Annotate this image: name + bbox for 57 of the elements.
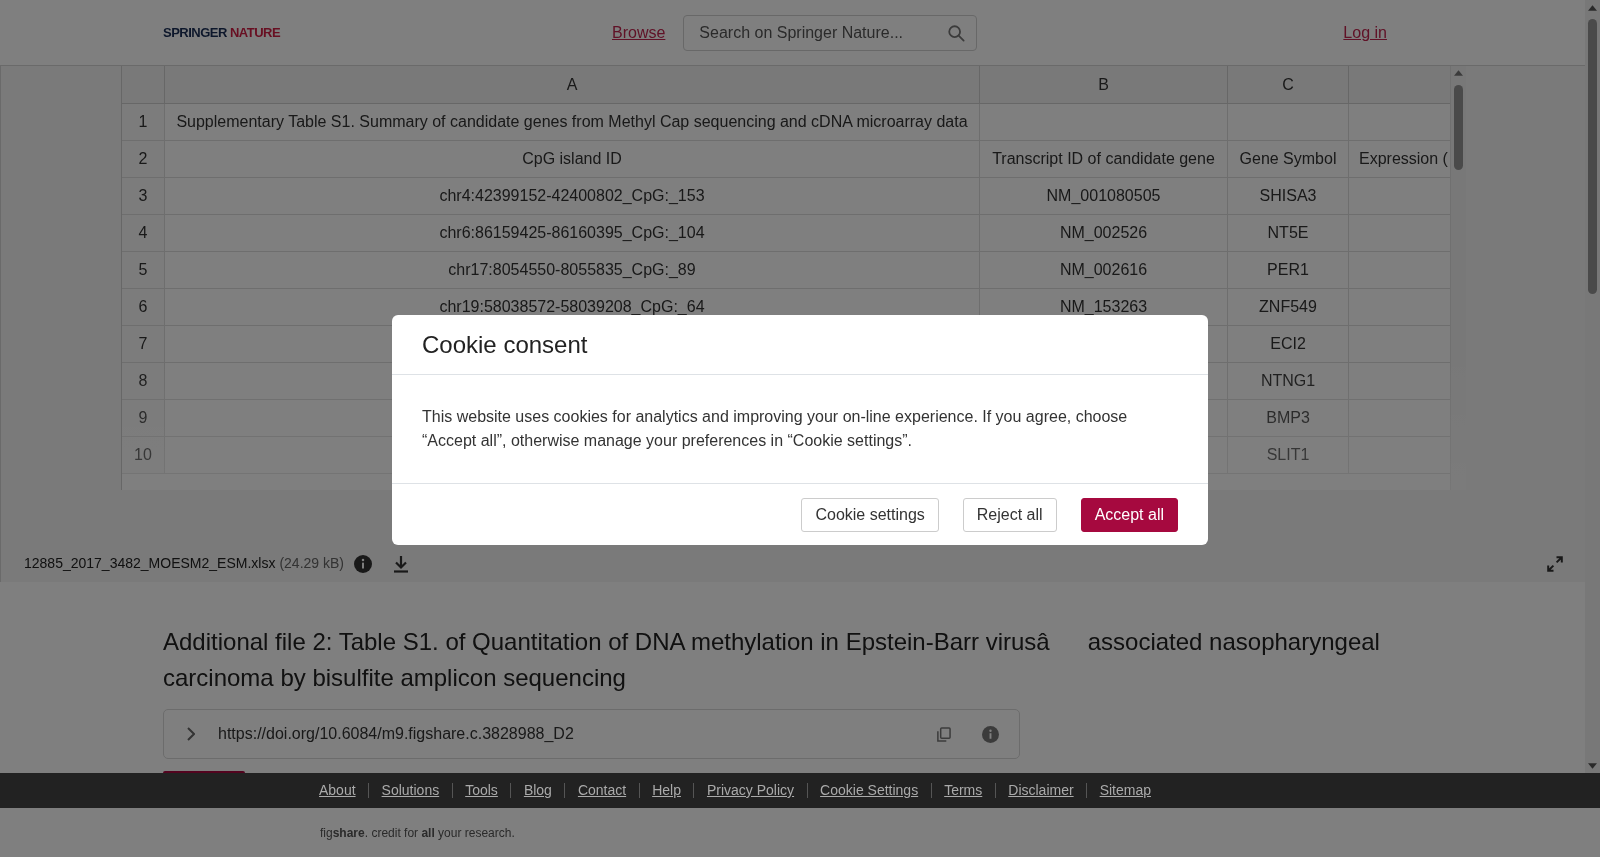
table-cell: chr4:42399152-42400802_CpG:_153 bbox=[165, 178, 980, 214]
expand-icon[interactable] bbox=[1547, 555, 1563, 572]
table-cell: NT5E bbox=[1228, 215, 1349, 251]
dialog-title: Cookie consent bbox=[422, 329, 588, 360]
doi-text: https://doi.org/10.6084/m9.figshare.c.3828988_D2 bbox=[218, 724, 574, 744]
footer-link[interactable]: About bbox=[319, 780, 356, 801]
table-cell: Transcript ID of candidate gene bbox=[980, 141, 1228, 177]
table-cell: Gene Symbol bbox=[1228, 141, 1349, 177]
table-cell: SHISA3 bbox=[1228, 178, 1349, 214]
column-header: B bbox=[980, 66, 1228, 103]
table-cell: Supplementary Table S1. Summary of candidate genes from Methyl Cap sequencing and cDNA microarray data bbox=[165, 104, 980, 140]
footer-link[interactable]: Disclaimer bbox=[1008, 780, 1074, 801]
credit-text: figshare. credit for all your research. bbox=[320, 824, 515, 842]
footer-link[interactable]: Cookie Settings bbox=[820, 780, 919, 801]
copy-icon[interactable] bbox=[936, 726, 951, 742]
table-cell: ZNF549 bbox=[1228, 289, 1349, 325]
footer-link[interactable]: Help bbox=[652, 780, 681, 801]
scroll-up-icon[interactable] bbox=[1454, 70, 1463, 76]
logo[interactable]: SPRINGER NATURE bbox=[163, 26, 281, 39]
table-cell: chr6:86159425-86160395_CpG:_104 bbox=[165, 215, 980, 251]
footer-link[interactable]: Terms bbox=[944, 780, 983, 801]
footer-link[interactable]: Privacy Policy bbox=[706, 780, 795, 801]
scrollbar[interactable] bbox=[1585, 0, 1600, 773]
secondary-button[interactable]: Cookie settings bbox=[801, 497, 939, 532]
table-cell: CpG island ID bbox=[165, 141, 980, 177]
table-cell: SLIT1 bbox=[1228, 437, 1349, 473]
search-icon[interactable] bbox=[947, 23, 966, 42]
footer-link[interactable]: Sitemap bbox=[1099, 780, 1151, 801]
column-header: A bbox=[165, 66, 980, 103]
table-cell: BMP3 bbox=[1228, 400, 1349, 436]
table-cell: NTNG1 bbox=[1228, 363, 1349, 399]
footer-link[interactable]: Tools bbox=[465, 780, 498, 801]
table-cell: chr17:8054550-8055835_CpG:_89 bbox=[165, 252, 980, 288]
scroll-down-icon[interactable] bbox=[1588, 763, 1597, 769]
table-cell: NM_002616 bbox=[980, 252, 1228, 288]
info-icon[interactable] bbox=[982, 725, 999, 743]
column-header: C bbox=[1228, 66, 1349, 103]
info-icon[interactable] bbox=[354, 554, 372, 573]
table-cell: NM_002526 bbox=[980, 215, 1228, 251]
search-field[interactable]: Search on Springer Nature... bbox=[683, 14, 978, 51]
scroll-up-icon[interactable] bbox=[1588, 5, 1597, 11]
footer-link[interactable]: Blog bbox=[523, 780, 552, 801]
secondary-button[interactable]: Reject all bbox=[962, 497, 1057, 532]
file-name: 12885_2017_3482_MOESM2_ESM.xlsx bbox=[24, 554, 276, 573]
table-cell: NM_001080505 bbox=[980, 178, 1228, 214]
dialog-message: This website uses cookies for analytics and improving your on-line experience. If you agree, choose “Accept all”, otherwise manage your preferences in “Cookie settings”. bbox=[422, 407, 1129, 451]
primary-button[interactable]: Accept all bbox=[1080, 497, 1178, 532]
footer-link[interactable]: Contact bbox=[577, 780, 627, 801]
footer-link[interactable]: Solutions bbox=[381, 780, 440, 801]
chevron-icon[interactable] bbox=[187, 727, 195, 741]
download-icon[interactable] bbox=[393, 554, 409, 573]
item-title: Additional file 2: Table S1. of Quantitation of DNA methylation in Epstein-Barr virusâassociated nasopharyngeal carcinoma by bisulfite amplicon sequencing bbox=[163, 627, 1381, 693]
table-cell: ECI2 bbox=[1228, 326, 1349, 362]
table-cell: PER1 bbox=[1228, 252, 1349, 288]
scrollbar-thumb[interactable] bbox=[1454, 85, 1463, 170]
scrollbar-thumb[interactable] bbox=[1588, 19, 1597, 294]
file-size: (24.29 kB) bbox=[279, 554, 344, 573]
